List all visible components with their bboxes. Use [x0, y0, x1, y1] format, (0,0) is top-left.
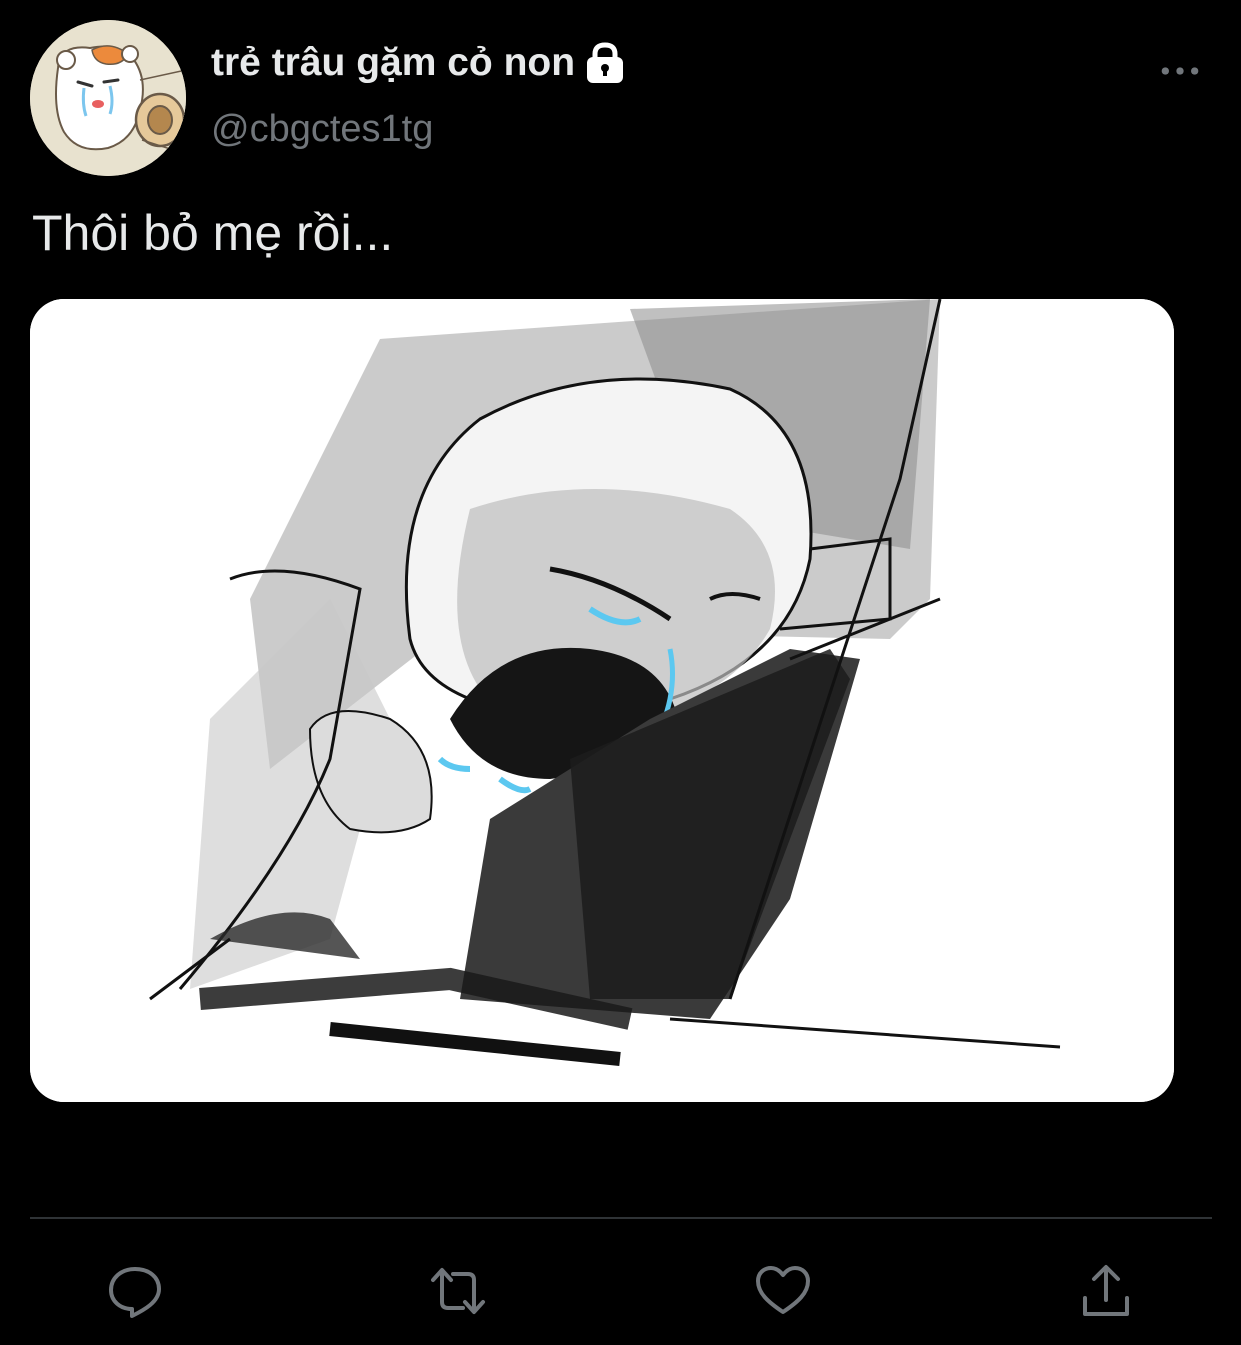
lock-icon: [583, 41, 627, 85]
like-button[interactable]: [748, 1256, 818, 1326]
tweet: trẻ trâu gặm cỏ non @cbgctes1tg Thôi bỏ …: [0, 0, 1241, 1345]
share-button[interactable]: [1071, 1256, 1141, 1326]
reply-button[interactable]: [100, 1256, 170, 1326]
display-name[interactable]: trẻ trâu gặm cỏ non: [211, 38, 627, 88]
reply-icon: [109, 1267, 161, 1318]
tweet-text: Thôi bỏ mẹ rồi...: [32, 205, 394, 261]
action-bar: [0, 1256, 1241, 1326]
user-handle[interactable]: @cbgctes1tg: [211, 104, 433, 154]
hamster-crying-avatar-icon: [30, 20, 186, 176]
retweet-icon: [431, 1268, 485, 1314]
more-horizontal-icon: [1161, 67, 1199, 75]
share-icon: [1083, 1265, 1129, 1316]
divider: [30, 1217, 1212, 1219]
avatar[interactable]: [30, 20, 186, 176]
display-name-text: trẻ trâu gặm cỏ non: [211, 41, 576, 84]
heart-icon: [756, 1266, 810, 1314]
more-button[interactable]: [1150, 52, 1210, 90]
crying-sketch-image-icon: [30, 299, 1174, 1102]
retweet-button[interactable]: [423, 1256, 493, 1326]
tweet-media[interactable]: [30, 299, 1174, 1102]
